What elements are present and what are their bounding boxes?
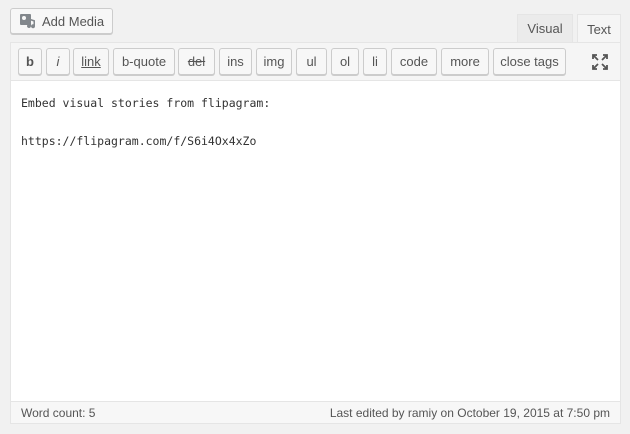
add-media-icon xyxy=(20,14,36,29)
qt-del-button[interactable]: del xyxy=(178,48,215,75)
qt-bold-button[interactable]: b xyxy=(18,48,42,75)
qt-more-button[interactable]: more xyxy=(441,48,489,75)
tab-text[interactable]: Text xyxy=(577,14,621,43)
qt-close-tags-button[interactable]: close tags xyxy=(493,48,566,75)
qt-blockquote-button[interactable]: b-quote xyxy=(113,48,175,75)
content-line: Embed visual stories from flipagram: xyxy=(21,96,271,110)
qt-code-button[interactable]: code xyxy=(391,48,437,75)
qt-italic-button[interactable]: i xyxy=(46,48,70,75)
editor-status-bar: Word count: 5 Last edited by ramiy on Oc… xyxy=(11,401,620,423)
add-media-button[interactable]: Add Media xyxy=(10,8,113,34)
qt-ol-button[interactable]: ol xyxy=(331,48,359,75)
word-count: Word count: 5 xyxy=(21,405,96,420)
qt-li-button[interactable]: li xyxy=(363,48,387,75)
quicktags-toolbar: b i link b-quote del ins img ul ol li co… xyxy=(11,43,620,81)
add-media-label: Add Media xyxy=(42,13,105,29)
content-line: ​ xyxy=(21,113,610,132)
editor-textarea[interactable]: Embed visual stories from flipagram: ​ htt… xyxy=(11,81,620,401)
qt-ul-button[interactable]: ul xyxy=(296,48,327,75)
qt-img-button[interactable]: img xyxy=(256,48,292,75)
tab-visual[interactable]: Visual xyxy=(517,14,573,42)
qt-ins-button[interactable]: ins xyxy=(219,48,252,75)
editor-container: b i link b-quote del ins img ul ol li co… xyxy=(10,42,621,424)
fullscreen-icon[interactable] xyxy=(591,53,609,71)
qt-link-button[interactable]: link xyxy=(73,48,109,75)
last-edited-info: Last edited by ramiy on October 19, 2015… xyxy=(329,405,610,420)
content-line: https://flipagram.com/f/S6i4Ox4xZo xyxy=(21,134,257,148)
